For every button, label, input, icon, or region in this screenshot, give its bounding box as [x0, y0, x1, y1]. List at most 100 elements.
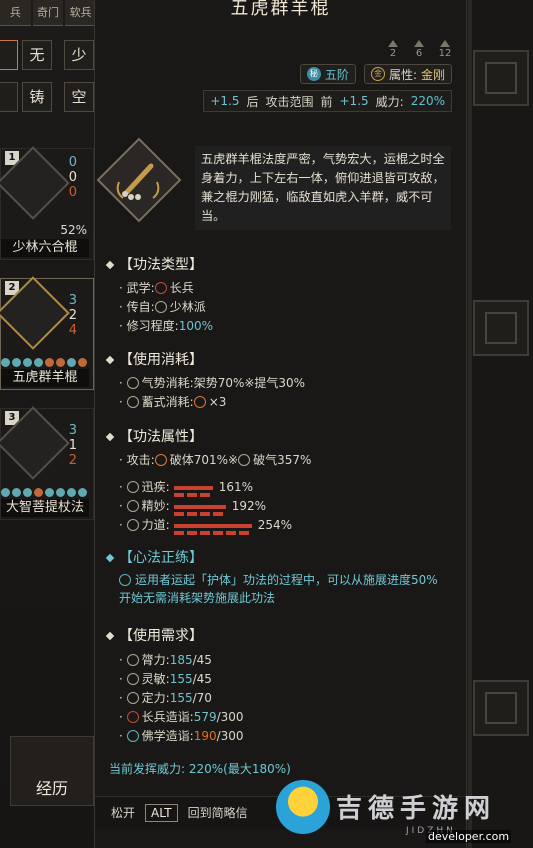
power-value: 220%	[410, 94, 445, 108]
counter-1: 0	[68, 155, 77, 170]
tier-item: 2	[386, 40, 400, 59]
jingmiao-bar	[173, 504, 226, 516]
counter-2: 1	[68, 438, 77, 453]
counter-3: 2	[68, 453, 77, 468]
staff-icon	[96, 137, 182, 223]
triangle-icon	[414, 40, 424, 47]
diamond-icon	[105, 631, 115, 641]
dot	[56, 488, 65, 497]
tab-qimen[interactable]: 奇门	[32, 0, 64, 26]
rank-text: 五阶	[324, 67, 349, 82]
skill-tooltip: 五虎群羊棍 2 6 12 秘 五阶 金 属性: 金刚 +1.5 后 攻击范围 前…	[94, 0, 467, 848]
req-current: 155	[169, 691, 193, 705]
req-max: /70	[192, 691, 212, 705]
tab-bing[interactable]: 兵	[0, 0, 31, 26]
watermark: 吉德手游网 JIDZHN developer.com	[276, 776, 533, 848]
jingmiao-label: 精妙:	[141, 499, 170, 513]
chakra-dots	[1, 358, 87, 367]
skill-card-shaolin-liuhe[interactable]: 1 0 0 0 52% 少林六合棍	[0, 146, 94, 260]
filter-cell-kong[interactable]: 空	[64, 82, 94, 112]
filter-cell[interactable]	[0, 40, 18, 70]
alt-key[interactable]: ALT	[145, 803, 178, 822]
filter-cell[interactable]	[0, 82, 18, 112]
req-line: · 灵敏:155/45	[119, 672, 212, 686]
xiuxi-label: 修习程度:	[126, 319, 179, 333]
ornament-icon	[473, 300, 529, 356]
attack-value-2: 破气357%	[253, 453, 312, 467]
wuxue-label: 武学:	[126, 281, 155, 295]
sect-icon	[154, 301, 167, 313]
skill-list-panel: 兵 奇门 软兵 无 少 铸 空 1 0 0 0 52% 少林六合棍 2 3 2 …	[0, 0, 97, 848]
lidao-value: 254%	[257, 518, 292, 532]
secret-seal-icon: 秘	[306, 67, 321, 81]
qishi-line: · 气势消耗:架势70%※提气30%	[119, 376, 306, 390]
range-row: +1.5 后 攻击范围 前 +1.5 威力: 220%	[203, 90, 452, 112]
section-title-text: 【功法类型】	[119, 257, 203, 273]
xinfa-text: 运用者运起「护体」功法的过程中，可以从施展进度50%开始无需消耗架势施展此功法	[119, 571, 449, 607]
attack-value-1: 破体701%※	[169, 453, 239, 467]
req-current: 185	[169, 653, 193, 667]
focus-icon	[126, 692, 139, 704]
right-decor-panel	[467, 0, 533, 848]
attack-label: 攻击:	[126, 453, 155, 467]
xunji-value: 161%	[218, 480, 253, 494]
dot	[56, 358, 65, 367]
tier-value: 2	[389, 48, 397, 59]
counter-3: 0	[68, 185, 77, 200]
tier-item: 6	[412, 40, 426, 59]
skill-counters: 3 1 2	[69, 423, 77, 468]
range-label: 攻击范围	[265, 94, 314, 109]
section-title-text: 【使用需求】	[119, 628, 203, 644]
triangle-icon	[440, 40, 450, 47]
experience-label: 经历	[35, 779, 68, 798]
jingmiao-value: 192%	[231, 499, 266, 513]
ornament-icon	[473, 680, 529, 736]
section-title-text: 【使用消耗】	[119, 352, 203, 368]
req-current: 155	[169, 672, 193, 686]
req-max: /300	[216, 729, 244, 743]
counter-1: 3	[68, 293, 77, 308]
chuanzi-label: 传自:	[126, 300, 155, 314]
xunji-label: 迅疾:	[141, 480, 170, 494]
req-current: 579	[193, 710, 217, 724]
section-title-text: 【心法正练】	[119, 550, 203, 566]
xushi-label: 蓄式消耗:	[141, 395, 194, 409]
counter-2: 0	[68, 170, 77, 185]
flame-icon	[154, 454, 167, 466]
skill-description: 五虎群羊棍法度严密，气势宏大，运棍之时全身着力，上下左右一体，俯仰进退皆可攻敌，…	[195, 146, 451, 230]
experience-button[interactable]: 经历	[10, 736, 94, 806]
tier-value: 12	[438, 48, 452, 59]
momentum-icon	[126, 377, 139, 389]
filter-cell-zhu[interactable]: 铸	[22, 82, 52, 112]
stance-icon	[193, 396, 206, 408]
req-label: 灵敏:	[141, 672, 170, 686]
scrollbar[interactable]	[468, 0, 472, 848]
skill-card-wuhu-qunyang[interactable]: 2 3 2 4 五虎群羊棍	[0, 276, 94, 390]
tab-ruanbing[interactable]: 软兵	[65, 0, 97, 26]
power-label: 威力:	[375, 94, 404, 109]
dot	[1, 488, 10, 497]
back-range-value: +1.5	[210, 94, 240, 108]
req-label: 佛学造诣:	[141, 729, 194, 743]
tier-indicators: 2 6 12	[386, 40, 452, 59]
section-title-text: 【功法属性】	[119, 429, 203, 445]
counter-2: 2	[68, 308, 77, 323]
dot	[45, 358, 54, 367]
skill-card-dazhi-puti[interactable]: 3 3 1 2 大智菩提杖法	[0, 406, 94, 520]
skill-counters: 3 2 4	[69, 293, 77, 338]
xinfa-icon	[119, 574, 131, 586]
buddhism-icon	[126, 730, 139, 742]
skill-name: 少林六合棍	[1, 239, 89, 257]
xushi-line: · 蓄式消耗: ×3	[119, 395, 227, 409]
filter-cell-wu[interactable]: 无	[22, 40, 52, 70]
counter-1: 3	[68, 423, 77, 438]
filter-cell-shao[interactable]: 少	[64, 40, 94, 70]
req-line: · 膂力:185/45	[119, 653, 212, 667]
diamond-icon	[105, 432, 115, 442]
req-max: /45	[192, 653, 212, 667]
dot	[67, 358, 76, 367]
req-max: /300	[216, 710, 244, 724]
watermark-text: 吉德手游网	[336, 794, 497, 824]
dot	[45, 488, 54, 497]
dot	[12, 358, 21, 367]
